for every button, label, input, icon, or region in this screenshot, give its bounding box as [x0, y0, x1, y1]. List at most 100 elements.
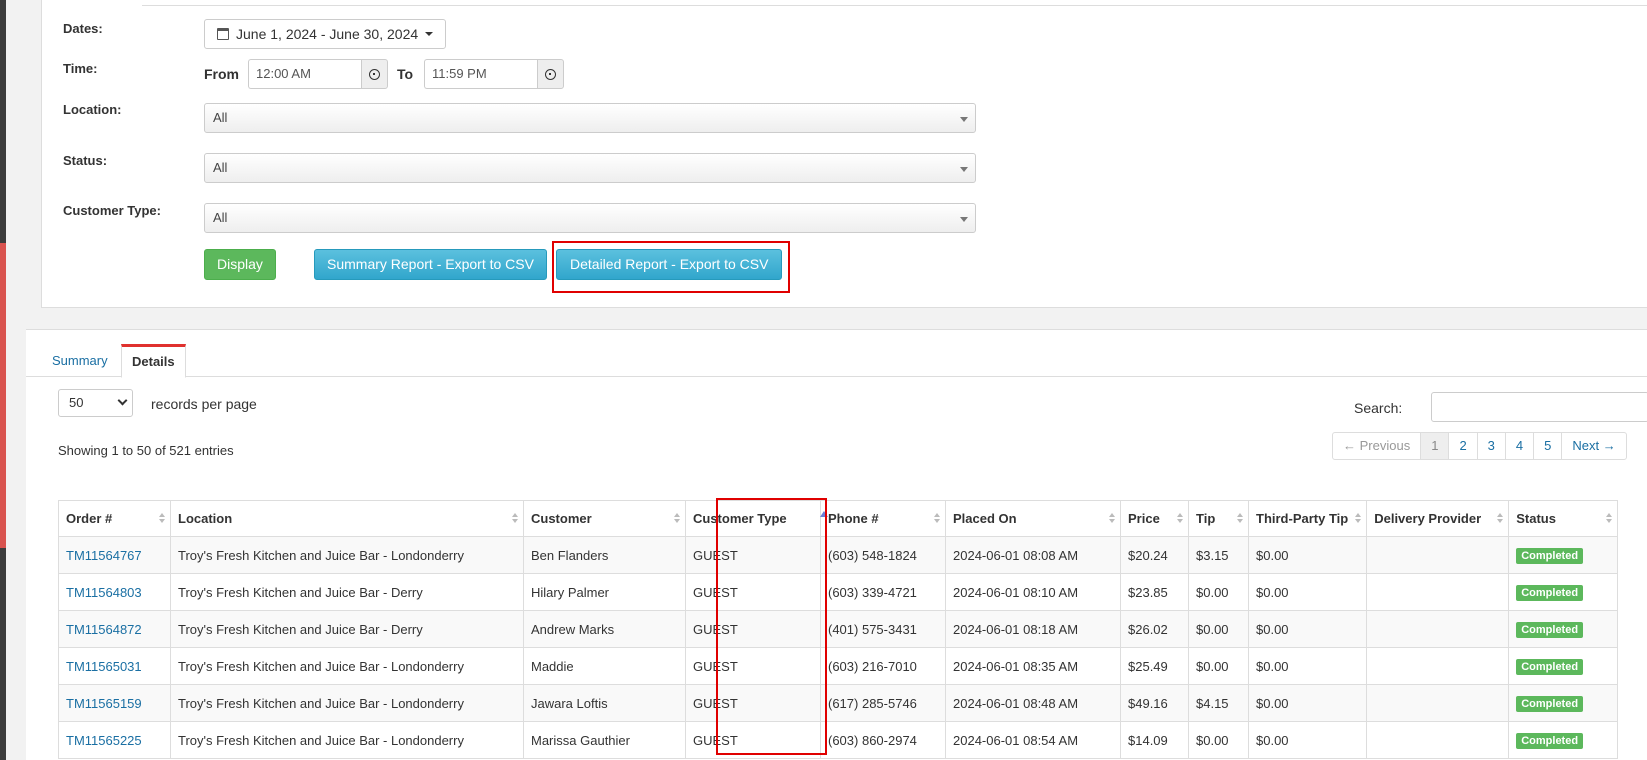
third-party-tip-cell: $0.00 [1247, 536, 1368, 574]
table-row: TM11565159 Troy's Fresh Kitchen and Juic… [58, 684, 1619, 722]
customer-cell: Maddie [523, 647, 686, 685]
from-time-field[interactable]: 12:00 AM [248, 59, 361, 89]
delivery-provider-cell [1366, 721, 1510, 759]
pager-previous[interactable]: ← Previous [1333, 433, 1420, 459]
placed-on-cell: 2024-06-01 08:48 AM [945, 684, 1121, 722]
from-clock-button[interactable] [361, 59, 388, 89]
customer-cell: Hilary Palmer [523, 573, 686, 611]
col-price[interactable]: Price [1120, 500, 1189, 537]
order-link[interactable]: TM11565225 [66, 733, 142, 748]
to-clock-button[interactable] [537, 59, 564, 89]
order-cell[interactable]: TM11565159 [58, 684, 171, 722]
status-cell: Completed [1508, 573, 1619, 611]
from-label: From [204, 66, 239, 82]
pager-next[interactable]: Next → [1561, 433, 1625, 459]
status-cell: Completed [1508, 721, 1619, 759]
search-input[interactable] [1431, 392, 1647, 422]
delivery-provider-cell [1366, 684, 1510, 722]
results-panel: Summary Details 50 records per page Sear… [26, 329, 1647, 760]
pager-page-1[interactable]: 1 [1420, 433, 1449, 459]
to-time-field[interactable]: 11:59 PM [424, 59, 537, 89]
location-cell: Troy's Fresh Kitchen and Juice Bar - Lon… [170, 684, 524, 722]
order-link[interactable]: TM11564803 [66, 585, 142, 600]
sort-icon [1497, 513, 1504, 524]
tab-details[interactable]: Details [121, 344, 186, 378]
col-delivery-provider[interactable]: Delivery Provider [1366, 500, 1510, 537]
chevron-down-icon [117, 395, 128, 406]
col-third-party-tip[interactable]: Third-Party Tip [1247, 500, 1368, 537]
date-range-picker[interactable]: June 1, 2024 - June 30, 2024 [204, 19, 447, 49]
pager-page-4[interactable]: 4 [1504, 433, 1533, 459]
price-cell: $14.09 [1120, 721, 1189, 759]
third-party-tip-cell: $0.00 [1247, 610, 1368, 648]
customer-type-cell: GUEST [685, 610, 821, 648]
col-customer-type[interactable]: Customer Type [685, 500, 828, 537]
tip-cell: $3.15 [1188, 536, 1249, 574]
col-label: Placed On [953, 511, 1017, 526]
order-cell[interactable]: TM11564803 [58, 573, 171, 611]
to-label: To [397, 66, 414, 82]
sort-icon [1109, 513, 1115, 524]
order-link[interactable]: TM11564872 [66, 622, 142, 637]
status-cell: Completed [1508, 610, 1619, 648]
customer-cell: Andrew Marks [523, 610, 686, 648]
location-cell: Troy's Fresh Kitchen and Juice Bar - Lon… [170, 721, 524, 759]
col-order-number[interactable]: Order # [58, 500, 171, 537]
order-link[interactable]: TM11565159 [66, 696, 142, 711]
location-select[interactable]: All [204, 103, 976, 133]
delivery-provider-cell [1366, 647, 1510, 685]
customer-type-cell: GUEST [685, 573, 821, 611]
customer-type-select-value: All [213, 210, 228, 225]
order-cell[interactable]: TM11565031 [58, 647, 171, 685]
placed-on-cell: 2024-06-01 08:54 AM [945, 721, 1121, 759]
pager-page-3[interactable]: 3 [1476, 433, 1505, 459]
col-label: Delivery Provider [1374, 511, 1482, 526]
col-phone[interactable]: Phone # [820, 500, 946, 537]
col-customer[interactable]: Customer [523, 500, 686, 537]
to-time-input[interactable]: 11:59 PM [424, 59, 564, 89]
col-label: Price [1128, 511, 1160, 526]
time-label: Time: [63, 61, 98, 76]
clock-icon [369, 68, 380, 80]
delivery-provider-cell [1366, 610, 1510, 648]
phone-cell: (603) 860-2974 [820, 721, 946, 759]
search-label: Search: [1354, 400, 1403, 416]
order-link[interactable]: TM11564767 [66, 548, 142, 563]
sort-icon [1177, 513, 1183, 524]
order-cell[interactable]: TM11564872 [58, 610, 171, 648]
col-label: Customer [531, 511, 592, 526]
records-per-page-select[interactable]: 50 [58, 389, 133, 417]
col-label: Location [178, 511, 233, 526]
main-content: Dates: June 1, 2024 - June 30, 2024 Time… [6, 0, 1647, 760]
table-row: TM11564767 Troy's Fresh Kitchen and Juic… [58, 536, 1619, 574]
status-select[interactable]: All [204, 153, 976, 183]
col-location[interactable]: Location [170, 500, 524, 537]
customer-type-select[interactable]: All [204, 203, 976, 233]
from-time-input[interactable]: 12:00 AM [248, 59, 388, 89]
tip-cell: $4.15 [1188, 684, 1249, 722]
col-status[interactable]: Status [1508, 500, 1619, 537]
top-tab-line [142, 0, 1647, 6]
table-row: TM11565031 Troy's Fresh Kitchen and Juic… [58, 647, 1619, 685]
dropdown-arrow-icon [960, 117, 968, 122]
col-label: Phone # [828, 511, 879, 526]
order-cell[interactable]: TM11565225 [58, 721, 171, 759]
table-header-row: Order # Location Customer Customer Type … [58, 500, 1619, 537]
order-link[interactable]: TM11565031 [66, 659, 142, 674]
col-tip[interactable]: Tip [1188, 500, 1249, 537]
order-cell[interactable]: TM11564767 [58, 536, 171, 574]
customer-type-cell: GUEST [685, 536, 821, 574]
summary-export-button[interactable]: Summary Report - Export to CSV [314, 249, 547, 280]
phone-cell: (603) 339-4721 [820, 573, 946, 611]
pager-page-2[interactable]: 2 [1448, 433, 1476, 459]
location-cell: Troy's Fresh Kitchen and Juice Bar - Der… [170, 573, 524, 611]
detailed-export-button[interactable]: Detailed Report - Export to CSV [556, 249, 783, 280]
sort-icon [674, 513, 680, 524]
location-label: Location: [63, 102, 122, 117]
col-placed-on[interactable]: Placed On [945, 500, 1121, 537]
sort-icon [1606, 513, 1613, 524]
display-button[interactable]: Display [204, 249, 276, 280]
pagination: ← Previous 1 2 3 4 5 Next → [1332, 432, 1627, 460]
tab-summary[interactable]: Summary [42, 344, 118, 377]
pager-page-5[interactable]: 5 [1533, 433, 1561, 459]
